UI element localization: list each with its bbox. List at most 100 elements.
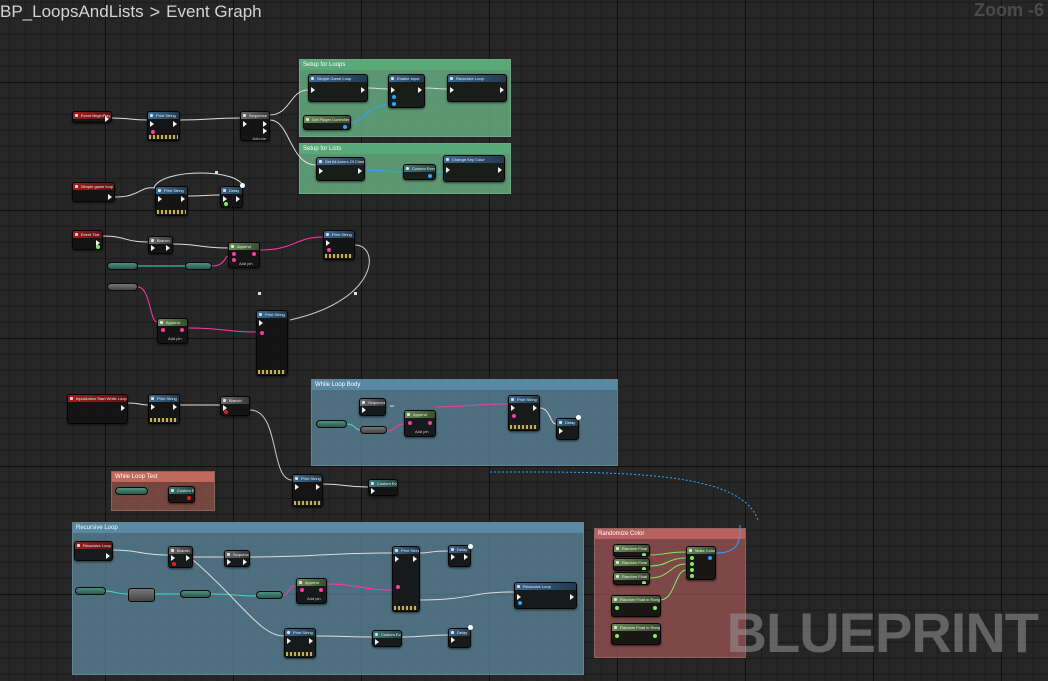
make-color-node[interactable]: Make Color [686, 546, 716, 580]
simple-game-loop-node[interactable]: Simple Game Loop [308, 74, 368, 102]
reroute-node[interactable] [468, 625, 473, 630]
exec-out-pin[interactable] [173, 121, 177, 127]
string-a-pin[interactable] [300, 588, 304, 592]
add-pin-label[interactable]: Add pin [168, 336, 182, 341]
return-float-pin[interactable] [653, 634, 657, 638]
exec-in-pin[interactable] [259, 320, 263, 326]
input-action-while-node[interactable]: InputAction Start While Loop [67, 394, 128, 424]
exec-in-pin[interactable] [311, 87, 315, 93]
delay-node[interactable]: Delay [556, 418, 579, 440]
print-string-node[interactable]: Print String [323, 230, 355, 260]
exec-in-pin[interactable] [295, 484, 299, 490]
print-string-node[interactable]: Print String [147, 111, 180, 141]
branch-node[interactable]: Branch [168, 546, 193, 568]
return-float-pin[interactable] [653, 606, 657, 610]
delay-node[interactable]: Delay [448, 545, 471, 567]
set-variable-node[interactable]: Custom Event [368, 479, 398, 496]
to-string-node[interactable] [256, 591, 283, 599]
branch-node[interactable]: Branch [148, 236, 173, 254]
exec-out-pin[interactable] [243, 559, 247, 565]
exec-in-pin[interactable] [375, 639, 379, 645]
reroute-node[interactable] [258, 292, 261, 295]
append-node[interactable]: Append Add pin [404, 410, 436, 437]
add-pin-label[interactable]: Add pin [252, 136, 266, 140]
append-node[interactable]: Append Add pin [296, 578, 327, 604]
event-begin-play-node[interactable]: Event BeginPlay [72, 111, 112, 123]
set-variable-node[interactable]: Custom Event [403, 164, 436, 180]
delay-node[interactable]: Delay [448, 628, 471, 648]
return-pin[interactable] [180, 328, 184, 332]
exec-out-pin[interactable] [498, 167, 502, 173]
exec-in-pin[interactable] [171, 555, 175, 561]
exec-out-pin[interactable] [533, 405, 537, 411]
string-in-pin[interactable] [512, 414, 516, 418]
to-string-node[interactable] [360, 426, 387, 434]
return-float-pin[interactable] [642, 581, 646, 584]
exec-out-pin[interactable] [309, 638, 313, 644]
print-string-node[interactable]: Print String [292, 474, 323, 507]
exec-out-pin[interactable] [236, 196, 240, 202]
pressed-pin[interactable] [121, 405, 125, 411]
exec-out-pin[interactable] [166, 245, 170, 251]
min-pin[interactable] [615, 606, 619, 610]
recursive-loop-call-node[interactable]: Recursive Loop [447, 74, 507, 102]
exec-out-pin[interactable] [500, 87, 504, 93]
g-pin[interactable] [690, 562, 694, 566]
exec-out-pin[interactable] [361, 87, 365, 93]
delta-seconds-pin[interactable] [96, 245, 100, 249]
get-variable-node[interactable] [115, 487, 148, 495]
compare-node[interactable] [128, 588, 155, 602]
sequence-node[interactable]: Sequence [224, 550, 250, 567]
add-pin-label[interactable]: Add pin [307, 596, 321, 601]
exec-out-pin[interactable] [181, 196, 185, 202]
exec-in-pin[interactable] [511, 405, 515, 411]
reroute-node[interactable] [215, 171, 218, 174]
string-a-pin[interactable] [161, 328, 165, 332]
exec-out-pin[interactable] [570, 594, 574, 600]
enable-input-node[interactable]: Enable Input [388, 74, 425, 108]
b-pin[interactable] [690, 568, 694, 572]
exec-in-pin[interactable] [395, 556, 399, 562]
return-color-pin[interactable] [708, 556, 712, 560]
compare-node[interactable]: Custom Event [168, 486, 195, 503]
exec-in-pin[interactable] [451, 637, 455, 643]
return-pin[interactable] [252, 252, 256, 256]
exec-out-pin[interactable] [263, 128, 267, 134]
exec-in-pin[interactable] [371, 488, 375, 494]
branch-node[interactable]: Branch [220, 396, 250, 416]
exec-in-pin[interactable] [243, 121, 247, 127]
r-pin[interactable] [690, 556, 694, 560]
return-bool-pin[interactable] [187, 496, 191, 500]
exec-in-pin[interactable] [326, 240, 330, 246]
random-float-node[interactable]: Random Float [613, 544, 650, 557]
condition-pin[interactable] [224, 410, 228, 414]
return-value-pin[interactable] [343, 125, 347, 129]
exec-in-pin[interactable] [319, 168, 323, 174]
target-pin[interactable] [518, 601, 522, 605]
reroute-node[interactable] [576, 415, 581, 420]
add-pin-label[interactable]: Add pin [415, 429, 429, 434]
string-b-pin[interactable] [232, 258, 236, 262]
string-in-pin[interactable] [151, 130, 155, 134]
exec-in-pin[interactable] [151, 404, 155, 410]
exec-out-pin[interactable] [173, 404, 177, 410]
return-pin[interactable] [319, 588, 323, 592]
exec-in-pin[interactable] [287, 638, 291, 644]
random-float-in-range-node[interactable]: Random Float in Range [611, 595, 661, 617]
add-pin-label[interactable]: Add pin [239, 261, 253, 266]
breadcrumb-blueprint[interactable]: BP_LoopsAndLists [0, 2, 144, 22]
delay-node[interactable]: Delay [220, 186, 243, 208]
sequence-node[interactable]: Sequence Add pin [240, 111, 270, 141]
get-variable-node[interactable] [75, 587, 106, 595]
duration-pin[interactable] [224, 202, 228, 206]
string-a-pin[interactable] [408, 421, 412, 425]
get-variable-node[interactable] [107, 262, 138, 270]
breadcrumb-graph[interactable]: Event Graph [166, 2, 261, 22]
target-pin[interactable] [392, 95, 396, 99]
get-variable-node[interactable] [180, 590, 211, 598]
print-string-node[interactable]: Print String [256, 310, 288, 376]
a-pin[interactable] [690, 574, 694, 578]
print-string-node[interactable]: Print String [284, 628, 316, 658]
change-key-color-node[interactable]: Change Key Color [443, 155, 505, 182]
exec-in-pin[interactable] [391, 87, 395, 93]
